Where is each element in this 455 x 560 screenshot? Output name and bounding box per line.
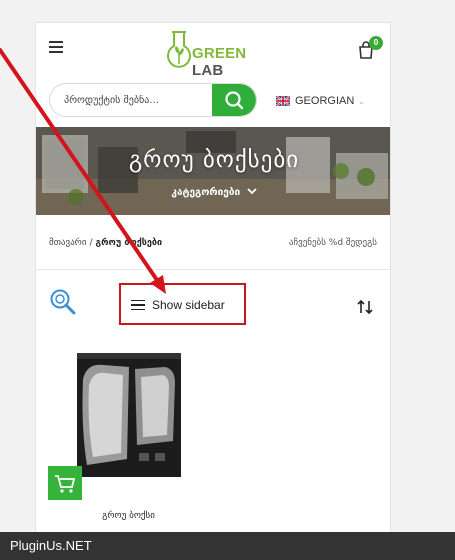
result-count: აჩვენებს %d შედეგს xyxy=(288,238,377,248)
search-bar xyxy=(49,83,257,117)
search-button[interactable] xyxy=(212,84,256,116)
search-icon xyxy=(225,91,244,110)
breadcrumb-separator: / xyxy=(89,238,93,248)
logo-text: GREEN LAB xyxy=(192,45,247,79)
menu-icon[interactable] xyxy=(49,41,63,53)
language-label: GEORGIAN xyxy=(295,95,355,107)
divider xyxy=(36,269,390,270)
sort-icon[interactable] xyxy=(356,298,374,316)
breadcrumb-current: გროუ ბოქსები xyxy=(95,238,163,248)
site-header: GREEN LAB 0 xyxy=(36,23,390,79)
language-switcher[interactable]: GEORGIAN ⌄ xyxy=(276,93,365,109)
mobile-page: GREEN LAB 0 GEORGIAN ⌄ xyxy=(35,22,391,532)
uk-flag-icon xyxy=(276,96,290,106)
chevron-down-icon xyxy=(246,187,257,198)
add-to-cart-button[interactable] xyxy=(48,466,82,500)
categories-label: კატეგორიები xyxy=(171,187,241,198)
filter-search-icon[interactable] xyxy=(48,287,78,317)
breadcrumb-home[interactable]: მთავარი xyxy=(49,238,87,248)
flask-icon xyxy=(167,31,191,68)
site-logo[interactable]: GREEN LAB xyxy=(164,28,274,79)
category-banner: გროუ ბოქსები კატეგორიები xyxy=(36,127,390,215)
watermark-text: PluginUs.NET xyxy=(10,538,92,553)
banner-title: გროუ ბოქსები xyxy=(128,147,300,173)
watermark-bar: PluginUs.NET xyxy=(0,532,455,560)
annotation-highlight-box xyxy=(119,283,246,325)
breadcrumb: მთავარი / გროუ ბოქსები xyxy=(49,238,162,248)
product-title[interactable]: გროუ ბოქსი xyxy=(36,511,221,521)
cart-plus-icon xyxy=(55,475,76,493)
search-input[interactable] xyxy=(50,84,214,116)
cart-count-badge: 0 xyxy=(369,36,383,50)
chevron-down-icon: ⌄ xyxy=(358,96,365,106)
product-image[interactable] xyxy=(69,349,189,481)
categories-dropdown[interactable]: კატეგორიები xyxy=(36,187,390,198)
